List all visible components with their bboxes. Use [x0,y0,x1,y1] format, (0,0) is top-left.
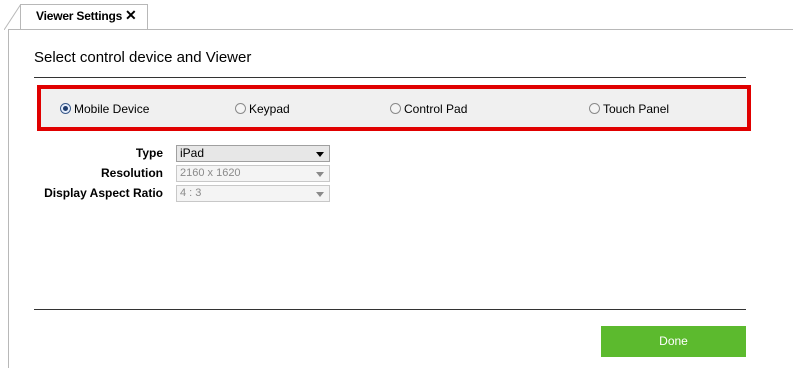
resolution-label: Resolution [101,166,163,180]
chevron-down-icon [316,152,324,157]
heading-divider [34,77,746,78]
type-label: Type [135,146,163,160]
highlight-box [37,85,751,131]
done-button[interactable]: Done [601,326,746,357]
chevron-down-icon [316,192,324,197]
tab-edge [4,4,21,30]
tab-title: Viewer Settings [36,9,123,23]
tab-strip: Viewer Settings ✕ [0,0,793,30]
resolution-value: 2160 x 1620 [180,167,241,179]
chevron-down-icon [316,172,324,177]
type-select[interactable]: iPad [176,145,330,162]
close-icon[interactable]: ✕ [125,7,137,23]
aspect-ratio-select: 4 : 3 [176,185,330,202]
tab-viewer-settings[interactable]: Viewer Settings ✕ [20,4,148,30]
aspect-ratio-value: 4 : 3 [180,187,202,199]
aspect-ratio-label: Display Aspect Ratio [44,186,163,200]
type-value: iPad [180,146,205,160]
footer-divider [34,309,746,310]
resolution-select: 2160 x 1620 [176,165,330,182]
page-title: Select control device and Viewer [34,49,252,66]
